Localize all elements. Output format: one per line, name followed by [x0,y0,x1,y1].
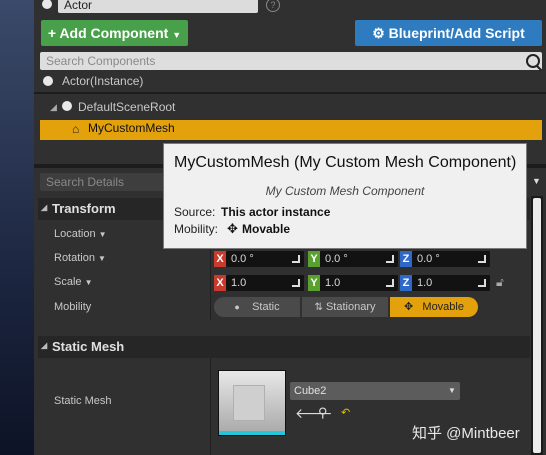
cube-preview [233,385,265,421]
instance-icon [43,76,53,86]
scale-y-field[interactable]: 1.0 [320,275,398,291]
scene-root-icon [62,101,72,111]
tooltip-source-value: This actor instance [221,205,331,219]
dropdown-arrow-icon: ▼ [98,230,107,239]
browse-search-icon[interactable]: ⚲ [318,405,328,421]
static-mesh-section-header[interactable]: ◢ Static Mesh [38,336,530,358]
scale-x-field[interactable]: 1.0 [226,275,304,291]
reset-arrow-icon[interactable]: ↶ [341,406,350,419]
watermark: 知乎 @Mintbeer [412,425,520,442]
rotation-y-axis: Y [308,251,320,267]
move-arrows-icon: ✥ [227,221,238,236]
actor-instance-label[interactable]: Actor(Instance) [62,74,143,88]
rotation-x-axis: X [214,251,226,267]
scale-z-axis: Z [400,275,412,291]
stationary-icon: ⇅ [314,302,323,313]
chevron-down-icon: ▼ [448,386,456,395]
mesh-component-icon: ⌂ [72,122,80,136]
move-arrows-icon: ✥ [404,301,414,313]
location-label[interactable]: Location ▼ [54,228,107,240]
scale-z-field[interactable]: 1.0 [412,275,490,291]
tooltip-title: MyCustomMesh (My Custom Mesh Component) [174,154,517,171]
default-scene-root-item[interactable]: DefaultSceneRoot [78,100,175,114]
rotation-label[interactable]: Rotation ▼ [54,252,106,264]
collapse-arrow-icon: ◢ [41,203,48,212]
rotation-z-field[interactable]: 0.0 ° [412,251,490,267]
dropdown-arrow-icon: ▼ [98,254,106,263]
mobility-stationary-option[interactable]: ⇅ Stationary [302,297,388,317]
divider [34,92,546,94]
rotation-y-field[interactable]: 0.0 ° [320,251,398,267]
scale-label[interactable]: Scale ▼ [54,276,93,288]
add-component-button[interactable]: + Add Component ▼ [41,20,188,46]
mobility-label: Mobility [54,301,92,313]
tooltip-subtitle: My Custom Mesh Component [265,184,425,198]
tooltip-mobility-label: Mobility: [174,222,219,236]
gears-icon: ⚙ [372,25,385,41]
blueprint-add-script-button[interactable]: ⚙ Blueprint/Add Script [355,20,542,46]
expand-arrow-icon[interactable]: ◢ [50,102,57,113]
static-mesh-label: Static Mesh [54,395,112,407]
scale-x-axis: X [214,275,226,291]
scale-y-axis: Y [308,275,320,291]
rotation-x-field[interactable]: 0.0 ° [226,251,304,267]
actor-name-field[interactable]: Actor [58,0,258,13]
static-mesh-dropdown[interactable]: Cube2 [290,382,460,400]
rotation-z-axis: Z [400,251,412,267]
search-details-input[interactable]: Search Details [40,173,170,191]
transform-header-label: Transform [52,201,116,216]
mobility-static-option[interactable]: ● Static [214,297,300,317]
lock-icon[interactable]: 🔓︎ [496,275,504,290]
component-tooltip: MyCustomMesh (My Custom Mesh Component) … [163,143,527,249]
collapse-arrow-icon: ◢ [41,341,48,350]
asset-type-bar [219,431,285,435]
dropdown-arrow-icon: ▼ [84,278,93,287]
add-component-label: + Add Component [47,25,169,41]
static-mesh-header-label: Static Mesh [52,339,125,354]
tooltip-mobility-value: Movable [242,222,291,236]
options-arrow-icon[interactable]: ▼ [532,176,541,186]
column-divider [210,358,211,455]
static-dot-icon: ● [234,302,240,312]
mesh-thumbnail[interactable] [218,370,286,436]
tooltip-source-label: Source: [174,205,216,219]
search-icon [526,54,540,68]
my-custom-mesh-item[interactable]: MyCustomMesh [88,121,175,135]
mobility-movable-option[interactable]: ✥ Movable [390,297,478,317]
search-components-input[interactable]: Search Components [40,52,542,70]
scrollbar-thumb[interactable] [533,198,541,453]
blueprint-label: Blueprint/Add Script [388,25,525,41]
chevron-down-icon: ▼ [172,30,182,40]
